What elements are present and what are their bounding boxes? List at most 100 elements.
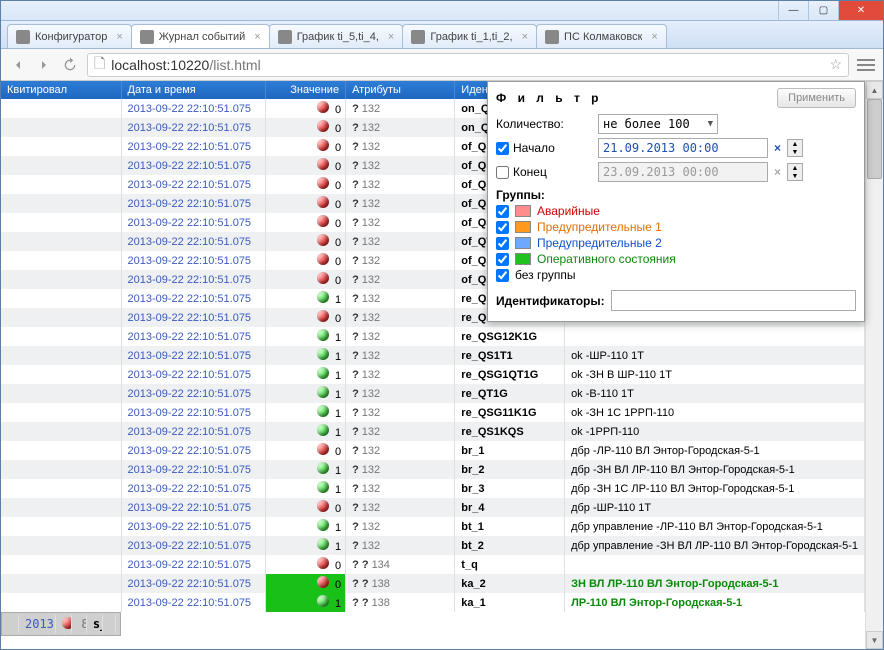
cell-value: 0 [266, 175, 346, 194]
cell-identifier: re_QS1KQS [455, 422, 565, 441]
table-row[interactable]: 2013-09-22 22:10:51.075 1 ?132 re_QS1KQS… [1, 422, 865, 441]
table-row[interactable]: 2013-09-22 22:10:51.075 1 ?132 br_2 дбр … [1, 460, 865, 479]
cell-datetime: 2013-09-22 22:10:51.075 [121, 593, 266, 612]
cell-attributes: ?132 [346, 270, 455, 289]
tab-close-icon[interactable]: × [116, 31, 122, 43]
status-dot-icon [317, 120, 329, 132]
apply-button[interactable]: Применить [777, 88, 856, 108]
cell-ack [1, 156, 121, 175]
col-datetime[interactable]: Дата и время [121, 81, 266, 99]
favicon [140, 30, 154, 44]
url-field[interactable]: 🗋 localhost:10220/list.html ☆ [87, 53, 849, 77]
browser-tab[interactable]: Журнал событий × [131, 24, 270, 48]
cell-identifier: t_q [455, 555, 565, 574]
cell-datetime: 2013-09-22 22:10:51.075 [121, 175, 266, 194]
group-checkbox[interactable] [496, 205, 509, 218]
cell-description: ok -ШР-110 1Т [565, 346, 865, 365]
start-date-input[interactable]: 21.09.2013 00:00 [598, 138, 768, 158]
tab-close-icon[interactable]: × [651, 31, 657, 43]
forward-button[interactable] [35, 56, 53, 74]
group-checkbox[interactable] [496, 221, 509, 234]
cell-attributes: ?132 [346, 251, 455, 270]
scroll-thumb[interactable] [867, 99, 882, 179]
menu-button[interactable] [857, 59, 875, 71]
tab-close-icon[interactable]: × [254, 31, 260, 43]
url-bar: 🗋 localhost:10220/list.html ☆ [1, 49, 883, 81]
group-checkbox[interactable] [496, 237, 509, 250]
browser-tab[interactable]: Конфигуратор × [7, 24, 132, 48]
end-date-input[interactable]: 23.09.2013 00:00 [598, 162, 768, 182]
reload-button[interactable] [61, 56, 79, 74]
cell-attributes: ?132 [346, 517, 455, 536]
table-row[interactable]: 2013-09-22 22:10:51.075 1 ?132 bt_1 дбр … [1, 517, 865, 536]
identifiers-input[interactable] [611, 290, 856, 311]
table-row[interactable]: 2013-09-22 22:10:51.075 0 ? ?134 t_q [1, 555, 865, 574]
count-select[interactable]: не более 100 ▼ [598, 114, 718, 134]
cell-ack [1, 194, 121, 213]
cell-value: 0 [266, 308, 346, 327]
start-clear-icon[interactable]: × [774, 141, 781, 155]
status-dot-icon [317, 424, 329, 436]
cell-datetime: 2013-09-22 22:10:51.075 [121, 194, 266, 213]
cell-description: дбр -ЗН 1С ЛР-110 ВЛ Энтор-Городская-5-1 [565, 479, 865, 498]
start-checkbox[interactable] [496, 142, 509, 155]
maximize-button[interactable]: ▢ [808, 1, 838, 20]
scroll-up-button[interactable]: ▲ [866, 81, 883, 99]
bookmark-icon[interactable]: ☆ [829, 56, 842, 73]
table-row[interactable]: 2013-09-22 22:10:51.075 1 ?132 bt_2 дбр … [1, 536, 865, 555]
cell-identifier: re_QS1T1 [455, 346, 565, 365]
table-row[interactable]: 2013-09-22 22:10:51.075 1 ?132 re_QS1T1 … [1, 346, 865, 365]
group-checkbox[interactable] [496, 253, 509, 266]
col-ack[interactable]: Квитировал [1, 81, 121, 99]
back-button[interactable] [9, 56, 27, 74]
browser-tab[interactable]: ПС Колмаковск × [536, 24, 667, 48]
cell-description: дбр управление -ЛР-110 ВЛ Энтор-Городска… [565, 517, 865, 536]
table-row[interactable]: 2013-09-22 22:10:51.075 0 ?132 br_4 дбр … [1, 498, 865, 517]
table-row[interactable]: 2013-09-22 22:10:51.075 0 ?132 br_1 дбр … [1, 441, 865, 460]
group-label: Оперативного состояния [537, 252, 676, 266]
status-dot-icon [317, 386, 329, 398]
tab-close-icon[interactable]: × [388, 31, 394, 43]
cell-value: 0 [266, 232, 346, 251]
close-button[interactable]: ✕ [838, 1, 883, 20]
url-host: localhost:10220 [111, 57, 209, 73]
group-none-checkbox[interactable] [496, 269, 509, 282]
cell-ack [1, 308, 121, 327]
browser-tab[interactable]: График ti_5,ti_4, × [269, 24, 404, 48]
table-row[interactable]: 2013-09-22 22:10:51.075 1 ?132 br_3 дбр … [1, 479, 865, 498]
status-dot-icon [317, 329, 329, 341]
scroll-down-button[interactable]: ▼ [866, 631, 883, 649]
vertical-scrollbar[interactable]: ▲ ▼ [865, 81, 883, 649]
col-attributes[interactable]: Атрибуты [346, 81, 455, 99]
start-spinner[interactable]: ▲▼ [787, 139, 803, 157]
cell-datetime: 2013-09-22 22:10:51.075 [121, 327, 266, 346]
end-checkbox[interactable] [496, 166, 509, 179]
end-clear-icon[interactable]: × [774, 165, 781, 179]
tab-close-icon[interactable]: × [522, 31, 528, 43]
cell-attributes: ?132 [346, 213, 455, 232]
cell-datetime: 2013-09-22 22:10:51.075 [121, 460, 266, 479]
cell-attributes: ?132 [346, 536, 455, 555]
table-row[interactable]: 2013-09-22 22:10:51.075 1 ?132 re_QSG12K… [1, 327, 865, 346]
cell-identifier: br_2 [455, 460, 565, 479]
cell-datetime: 2013-09-22 22:10:51.075 [121, 403, 266, 422]
cell-datetime: 2013-09-22 22:10:51.075 [121, 99, 266, 118]
end-spinner[interactable]: ▲▼ [787, 163, 803, 181]
cell-attributes: ?132 [346, 99, 455, 118]
minimize-button[interactable]: — [778, 1, 808, 20]
group-label: Предупредительные 1 [537, 220, 662, 234]
cell-ack [1, 403, 121, 422]
browser-tab[interactable]: График ti_1,ti_2, × [402, 24, 537, 48]
cell-value: 0 [266, 156, 346, 175]
table-row[interactable]: 2013-09-22 22:10:51.075 0 8 s_2 [1, 612, 121, 636]
status-dot-icon [317, 519, 329, 531]
table-row[interactable]: 2013-09-22 22:10:51.075 1 ?132 re_QSG11K… [1, 403, 865, 422]
table-row[interactable]: 2013-09-22 22:10:51.075 1 ?132 re_QT1G o… [1, 384, 865, 403]
cell-value: 0 [56, 615, 72, 633]
scroll-track[interactable] [866, 99, 883, 631]
table-row[interactable]: 2013-09-22 22:10:51.075 1 ?132 re_QSG1QT… [1, 365, 865, 384]
table-row[interactable]: 2013-09-22 22:10:51.075 1 ? ?138 ka_1 ЛР… [1, 593, 865, 612]
table-row[interactable]: 2013-09-22 22:10:51.075 0 ? ?138 ka_2 ЗН… [1, 574, 865, 593]
col-value[interactable]: Значение [266, 81, 346, 99]
cell-datetime: 2013-09-22 22:10:51.075 [121, 384, 266, 403]
